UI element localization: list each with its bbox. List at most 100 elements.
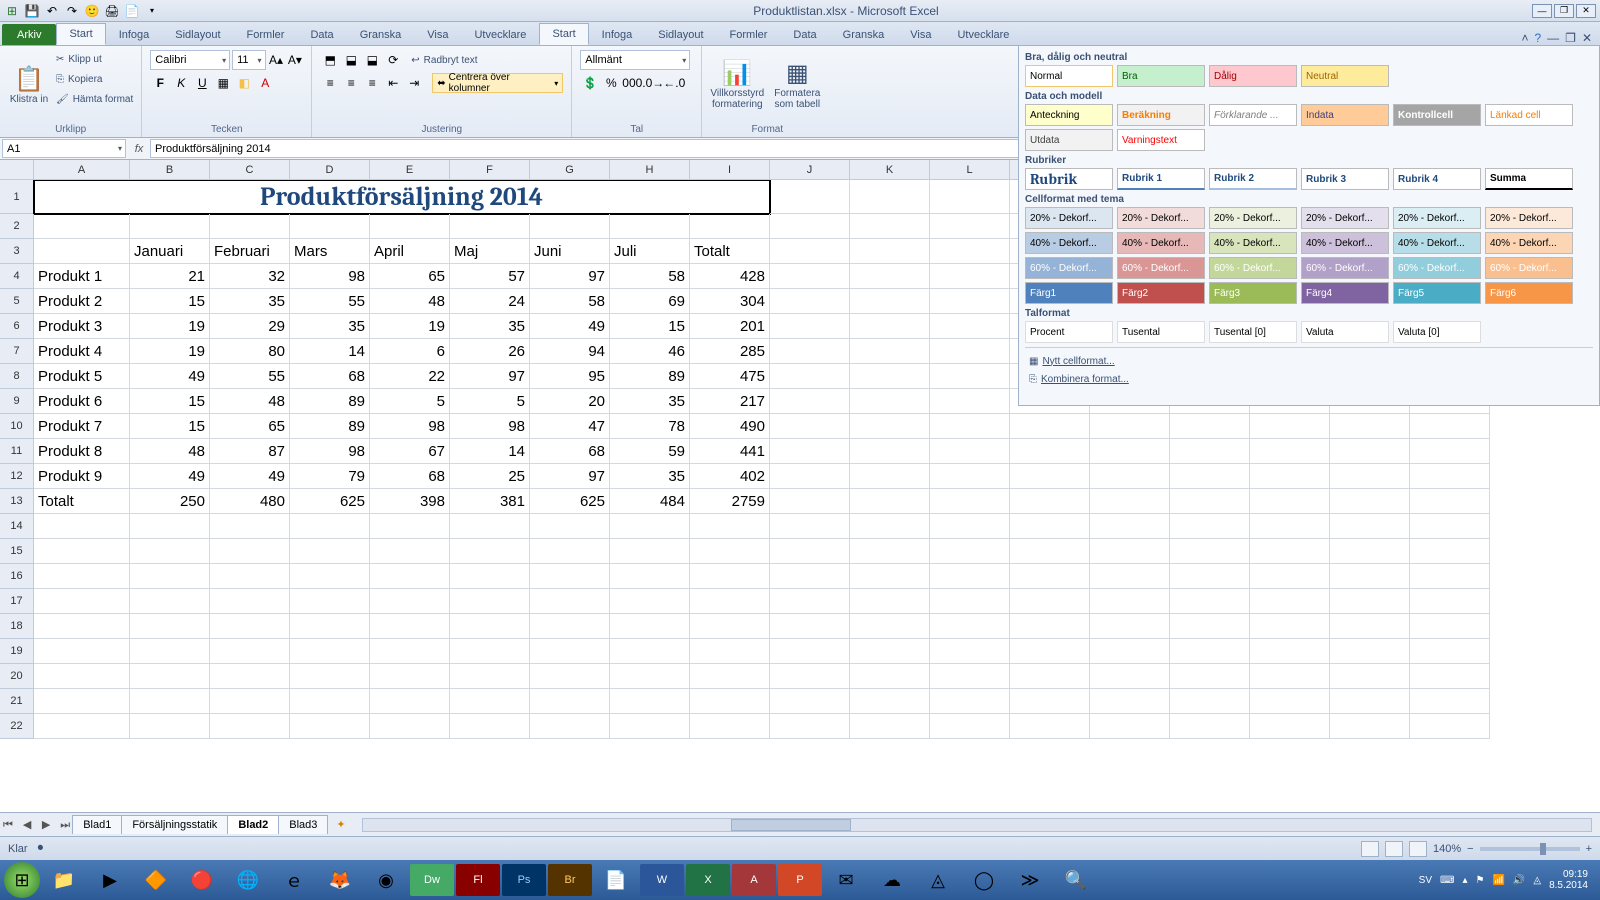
- gdrive-icon[interactable]: ◬: [916, 864, 960, 896]
- style-swatch[interactable]: 60% - Dekorf...: [1117, 257, 1205, 279]
- zoom-in-button[interactable]: +: [1586, 843, 1592, 855]
- cell[interactable]: [610, 714, 690, 739]
- cell[interactable]: 35: [610, 464, 690, 489]
- cell[interactable]: [130, 689, 210, 714]
- cell[interactable]: [770, 714, 850, 739]
- cell[interactable]: [930, 414, 1010, 439]
- cell[interactable]: 55: [210, 364, 290, 389]
- cell[interactable]: [770, 464, 850, 489]
- tab-data[interactable]: Data: [780, 24, 829, 45]
- cell[interactable]: [34, 539, 130, 564]
- cell[interactable]: [690, 514, 770, 539]
- column-header[interactable]: K: [850, 160, 930, 180]
- ribbon-minimize-icon[interactable]: ˄: [1521, 31, 1528, 45]
- cell[interactable]: [1330, 539, 1410, 564]
- cell[interactable]: [930, 439, 1010, 464]
- cell[interactable]: [1410, 464, 1490, 489]
- cell[interactable]: 47: [530, 414, 610, 439]
- cell[interactable]: [210, 639, 290, 664]
- cell[interactable]: [850, 714, 930, 739]
- cell[interactable]: [34, 689, 130, 714]
- cell[interactable]: [530, 214, 610, 239]
- cell[interactable]: 21: [130, 264, 210, 289]
- cell[interactable]: 6: [370, 339, 450, 364]
- cell[interactable]: [1410, 439, 1490, 464]
- tab-visa[interactable]: Visa: [897, 24, 944, 45]
- indent-decrease-button[interactable]: ⇤: [383, 73, 403, 93]
- vlc-icon[interactable]: 🔶: [134, 864, 178, 896]
- cell[interactable]: [770, 664, 850, 689]
- sheet-tab[interactable]: Försäljningsstatik: [121, 815, 228, 834]
- cell[interactable]: 68: [370, 464, 450, 489]
- cell[interactable]: 94: [530, 339, 610, 364]
- cell[interactable]: [130, 589, 210, 614]
- row-header[interactable]: 2: [0, 214, 34, 239]
- cell[interactable]: [850, 639, 930, 664]
- close-button[interactable]: ✕: [1576, 4, 1596, 18]
- sheet-first-icon[interactable]: ⏮: [0, 819, 16, 832]
- cell[interactable]: [1330, 514, 1410, 539]
- style-swatch[interactable]: 60% - Dekorf...: [1209, 257, 1297, 279]
- align-top-button[interactable]: ⬒: [320, 50, 340, 70]
- row-header[interactable]: 18: [0, 614, 34, 639]
- cell[interactable]: [1250, 414, 1330, 439]
- cell[interactable]: 89: [290, 414, 370, 439]
- cell[interactable]: [34, 214, 130, 239]
- font-size-dropdown[interactable]: 11: [232, 50, 265, 70]
- font-name-dropdown[interactable]: Calibri: [150, 50, 230, 70]
- tray-volume-icon[interactable]: 🔊: [1513, 875, 1525, 886]
- cell[interactable]: [850, 439, 930, 464]
- chrome-icon[interactable]: ◉: [364, 864, 408, 896]
- cell[interactable]: [370, 214, 450, 239]
- cell[interactable]: 79: [290, 464, 370, 489]
- row-header[interactable]: 12: [0, 464, 34, 489]
- cell[interactable]: 57: [450, 264, 530, 289]
- cell[interactable]: 35: [450, 314, 530, 339]
- cell[interactable]: 95: [530, 364, 610, 389]
- cell[interactable]: [1090, 539, 1170, 564]
- style-swatch[interactable]: Neutral: [1301, 65, 1389, 87]
- cell[interactable]: 15: [130, 289, 210, 314]
- cell[interactable]: [770, 289, 850, 314]
- cell[interactable]: 398: [370, 489, 450, 514]
- cell[interactable]: 15: [610, 314, 690, 339]
- cell[interactable]: April: [370, 239, 450, 264]
- cell[interactable]: 475: [690, 364, 770, 389]
- cell[interactable]: Produkt 7: [34, 414, 130, 439]
- cell[interactable]: [210, 689, 290, 714]
- cell[interactable]: [290, 564, 370, 589]
- cell[interactable]: 97: [450, 364, 530, 389]
- cell[interactable]: Produkt 6: [34, 389, 130, 414]
- row-header[interactable]: 3: [0, 239, 34, 264]
- gmail-icon[interactable]: ✉: [824, 864, 868, 896]
- cell[interactable]: [1090, 614, 1170, 639]
- cell[interactable]: 381: [450, 489, 530, 514]
- cell[interactable]: 97: [530, 464, 610, 489]
- select-all-corner[interactable]: [0, 160, 34, 180]
- combine-formats[interactable]: ⎘Kombinera format...: [1025, 370, 1593, 388]
- cell[interactable]: 98: [370, 414, 450, 439]
- column-header[interactable]: B: [130, 160, 210, 180]
- explorer-icon[interactable]: 📁: [42, 864, 86, 896]
- cell[interactable]: [1410, 564, 1490, 589]
- firefox-icon[interactable]: 🦊: [318, 864, 362, 896]
- cell[interactable]: [930, 264, 1010, 289]
- cell[interactable]: 59: [610, 439, 690, 464]
- cell[interactable]: [1010, 464, 1090, 489]
- cell[interactable]: [1330, 464, 1410, 489]
- cell[interactable]: [290, 614, 370, 639]
- underline-button[interactable]: U: [192, 73, 212, 93]
- cell[interactable]: [1010, 589, 1090, 614]
- row-header[interactable]: 19: [0, 639, 34, 664]
- comma-button[interactable]: 000: [622, 73, 642, 93]
- cell[interactable]: 428: [690, 264, 770, 289]
- cell[interactable]: [1410, 664, 1490, 689]
- cell[interactable]: [1010, 539, 1090, 564]
- print-icon[interactable]: 🖨: [104, 3, 120, 19]
- row-header[interactable]: 6: [0, 314, 34, 339]
- cell[interactable]: 14: [450, 439, 530, 464]
- cell[interactable]: [930, 564, 1010, 589]
- format-as-table-button[interactable]: ▦ Formatera som tabell: [770, 50, 824, 122]
- cell[interactable]: [1410, 539, 1490, 564]
- cell[interactable]: [850, 489, 930, 514]
